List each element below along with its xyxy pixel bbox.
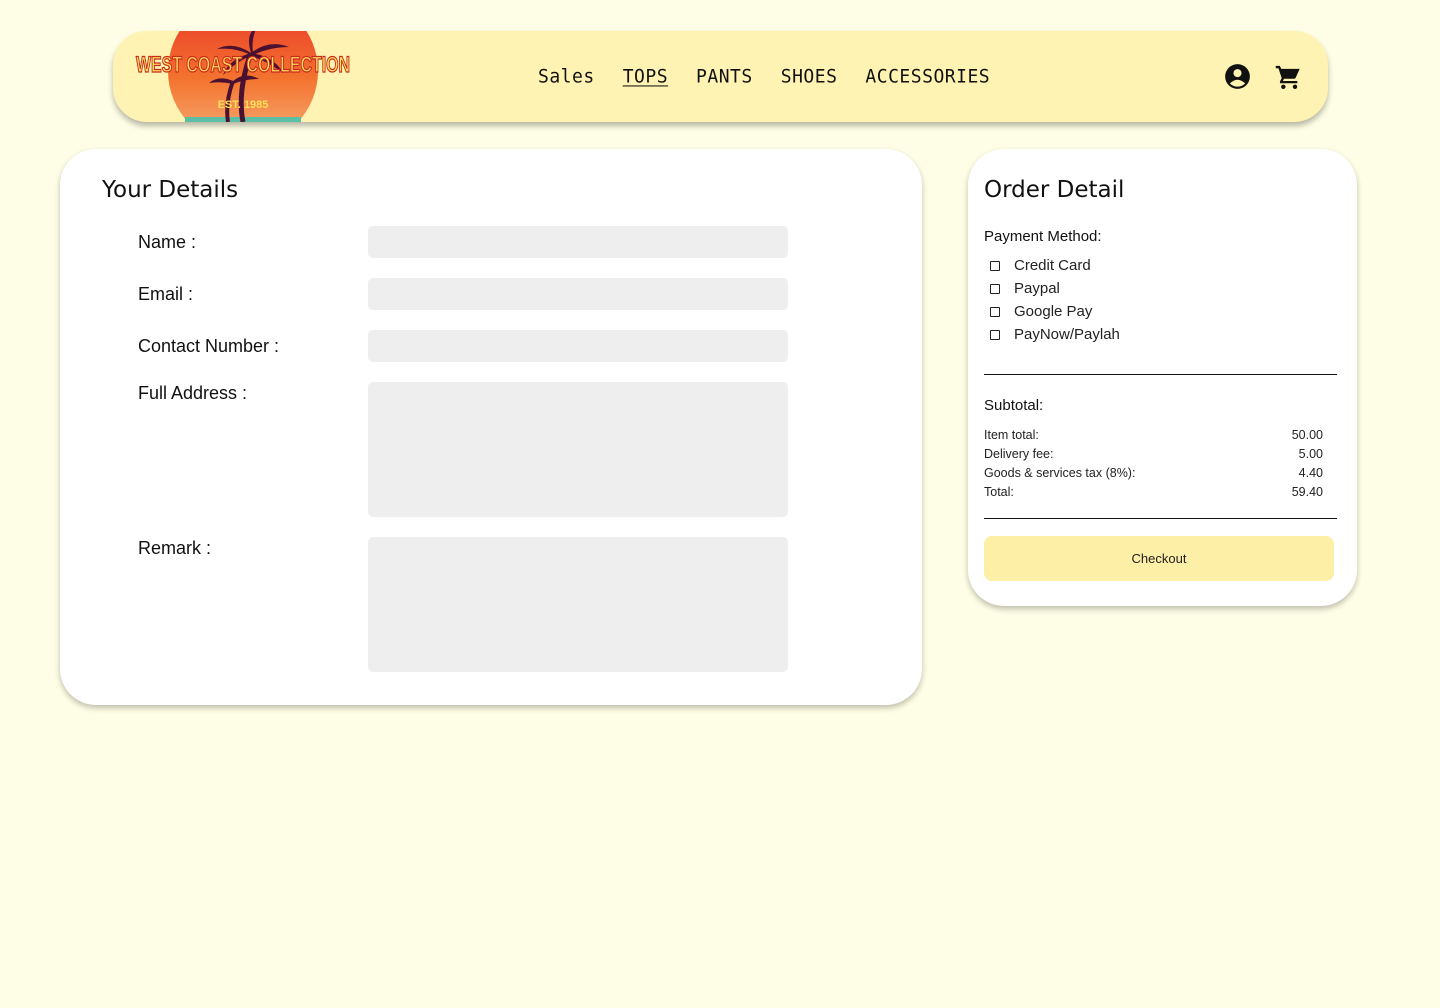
summary-row-gst: Goods & services tax (8%): 4.40 (984, 466, 1323, 485)
summary-value: 50.00 (1291, 428, 1323, 442)
your-details-card: Your Details Name : Email : Contact Numb… (60, 149, 922, 705)
subtotal-label: Subtotal: (984, 397, 1044, 414)
email-label: Email : (138, 284, 194, 304)
payment-option-label: Google Pay (1014, 303, 1093, 320)
remark-label: Remark : (138, 538, 212, 558)
nav-item-pants[interactable]: PANTS (696, 65, 753, 87)
order-detail-card: Order Detail Payment Method: Credit Card… (968, 149, 1357, 606)
order-detail-title: Order Detail (984, 177, 1125, 203)
checkout-button[interactable]: Checkout (984, 536, 1334, 581)
summary-row-delivery-fee: Delivery fee: 5.00 (984, 447, 1323, 466)
summary-label: Delivery fee: (984, 447, 1054, 461)
nav-item-shoes[interactable]: SHOES (781, 65, 838, 87)
contact-number-label: Contact Number : (138, 336, 280, 356)
summary-label: Total: (984, 485, 1014, 499)
svg-text:WEST COAST COLLECTION: WEST COAST COLLECTION (136, 52, 350, 77)
summary-row-item-total: Item total: 50.00 (984, 428, 1323, 447)
divider (984, 374, 1337, 375)
name-label: Name : (138, 232, 197, 252)
payment-option-google-pay[interactable]: Google Pay (990, 300, 1120, 323)
summary-row-total: Total: 59.40 (984, 485, 1323, 504)
checkbox[interactable] (990, 283, 1000, 294)
remark-textarea[interactable] (368, 537, 788, 672)
cart-icon (1275, 65, 1300, 89)
summary-label: Item total: (984, 428, 1039, 442)
brand-logo[interactable]: WEST COAST COLLECTION EST. 1985 (133, 31, 353, 122)
summary-value: 59.40 (1291, 485, 1323, 499)
payment-option-label: Credit Card (1014, 257, 1091, 274)
full-address-textarea[interactable] (368, 382, 788, 517)
contact-number-input[interactable] (368, 330, 788, 362)
main-nav: Sales TOPS PANTS SHOES ACCESSORIES (538, 31, 1018, 122)
site-header: WEST COAST COLLECTION EST. 1985 Sales TO… (113, 31, 1328, 122)
checkbox[interactable] (990, 260, 1000, 271)
summary-label: Goods & services tax (8%): (984, 466, 1136, 480)
header-actions (1200, 31, 1302, 122)
payment-option-credit-card[interactable]: Credit Card (990, 254, 1120, 277)
order-summary: Item total: 50.00 Delivery fee: 5.00 Goo… (984, 428, 1323, 504)
payment-option-label: Paypal (1014, 280, 1060, 297)
account-icon (1224, 64, 1250, 89)
payment-options: Credit Card Paypal Google Pay PayNow/Pay… (990, 254, 1120, 346)
name-input[interactable] (368, 226, 788, 258)
payment-option-paynow[interactable]: PayNow/Paylah (990, 323, 1120, 346)
email-input[interactable] (368, 278, 788, 310)
svg-text:EST. 1985: EST. 1985 (218, 99, 269, 111)
nav-item-sales[interactable]: Sales (538, 65, 595, 87)
nav-item-accessories[interactable]: ACCESSORIES (865, 65, 990, 87)
payment-method-label: Payment Method: (984, 228, 1102, 245)
cart-button[interactable] (1274, 63, 1302, 91)
full-address-label: Full Address : (138, 383, 248, 403)
details-title: Your Details (102, 177, 239, 203)
brand-wordmark: WEST COAST COLLECTION EST. 1985 (135, 51, 350, 111)
summary-value: 4.40 (1298, 466, 1323, 480)
summary-value: 5.00 (1298, 447, 1323, 461)
nav-item-tops[interactable]: TOPS (623, 65, 668, 87)
account-button[interactable] (1223, 63, 1251, 91)
checkbox[interactable] (990, 306, 1000, 317)
payment-option-label: PayNow/Paylah (1014, 326, 1120, 343)
checkbox[interactable] (990, 329, 1000, 340)
divider (984, 518, 1337, 519)
payment-option-paypal[interactable]: Paypal (990, 277, 1120, 300)
